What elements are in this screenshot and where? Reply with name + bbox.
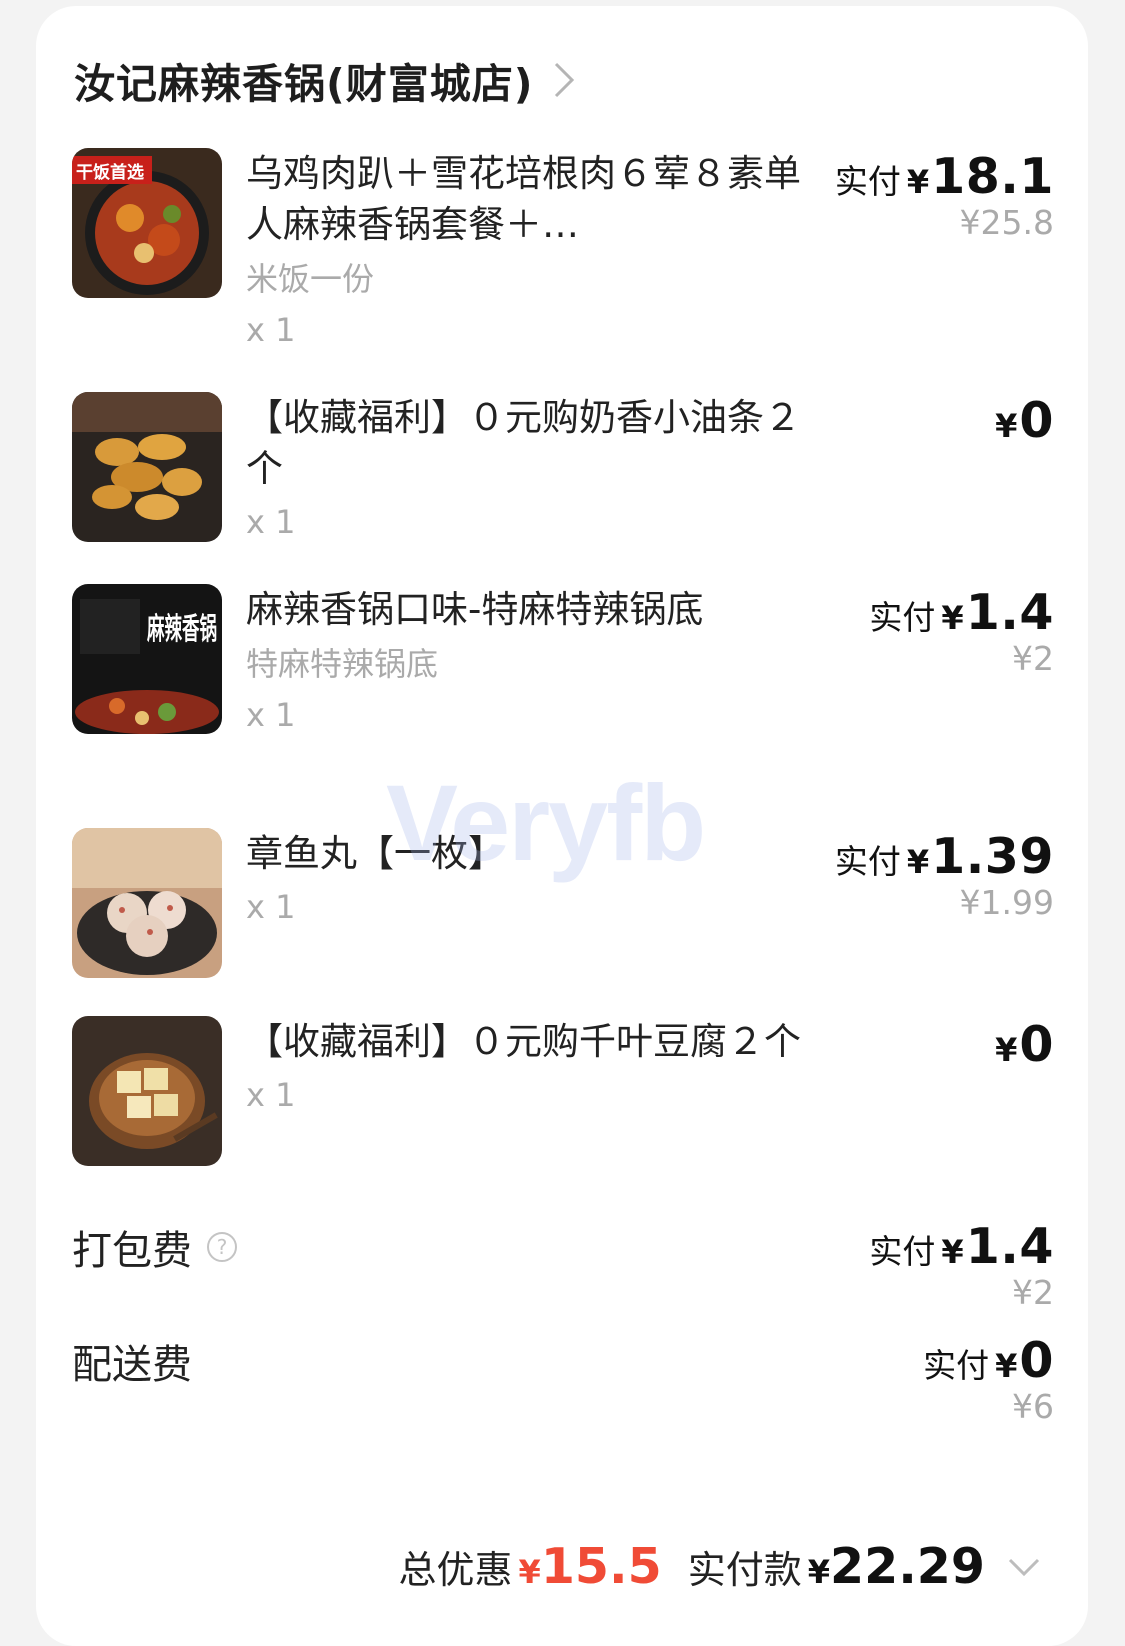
currency-symbol: ¥ [995, 1031, 1018, 1069]
total-label: 实付款 [687, 1548, 802, 1592]
watermark: Veryfb [386, 762, 706, 883]
paid-amount: 1.4 [965, 1218, 1054, 1275]
price-column: 实付 ¥ 1.4 ¥2 [869, 584, 1054, 678]
price-column: 实付 ¥ 0 ¥6 [923, 1332, 1054, 1426]
paid-amount: 1.4 [965, 584, 1054, 641]
help-circle-icon[interactable]: ? [206, 1231, 238, 1263]
price-column: 实付 ¥ 1.4 ¥2 [869, 1218, 1054, 1312]
fee-label: 配送费 [72, 1342, 192, 1388]
food-thumbnail: 麻辣香锅 [72, 584, 222, 734]
item-spec: 米饭一份 [246, 260, 375, 298]
food-thumbnail: 干饭首选 [72, 148, 222, 298]
paid-amount: 0 [1019, 1016, 1054, 1073]
packaging-fee-row: 打包费 ? 实付 ¥ 1.4 ¥2 [72, 1218, 1054, 1312]
currency-symbol: ¥ [941, 599, 964, 637]
total-amount: 22.29 [830, 1538, 985, 1595]
discount-amount: 15.5 [540, 1538, 662, 1595]
currency-symbol: ¥ [995, 1347, 1018, 1385]
chevron-right-icon [555, 62, 575, 98]
paid-label: 实付 [834, 162, 901, 201]
fee-label: 打包费 [72, 1228, 192, 1274]
item-quantity: x 1 [246, 1076, 296, 1114]
item-quantity: x 1 [246, 503, 296, 541]
svg-text:麻辣香锅: 麻辣香锅 [147, 612, 217, 647]
item-name: 乌鸡肉趴＋雪花培根肉６荤８素单人麻辣香锅套餐＋… [246, 152, 801, 246]
item-quantity: x 1 [246, 888, 296, 926]
paid-amount: 0 [1019, 1332, 1054, 1389]
paid-label: 实付 [869, 598, 936, 637]
delivery-fee-row: 配送费 实付 ¥ 0 ¥6 [72, 1332, 1054, 1426]
paid-label: 实付 [923, 1346, 990, 1385]
food-thumbnail [72, 392, 222, 542]
item-quantity: x 1 [246, 696, 296, 734]
store-name: 汝记麻辣香锅(财富城店) [74, 60, 534, 108]
item-quantity: x 1 [246, 311, 296, 349]
paid-amount: 0 [1019, 392, 1054, 449]
currency-symbol: ¥ [518, 1553, 541, 1591]
svg-text:?: ? [217, 1235, 228, 1259]
currency-symbol: ¥ [995, 407, 1018, 445]
paid-amount: 1.39 [931, 828, 1054, 885]
original-price: ¥1.99 [959, 883, 1054, 922]
price-column: ¥ 0 [995, 1016, 1054, 1073]
item-name: 麻辣香锅口味-特麻特辣锅底 [246, 588, 704, 631]
order-summary[interactable]: 总优惠 ¥ 15.5 实付款 ¥ 22.29 [399, 1538, 1041, 1595]
currency-symbol: ¥ [906, 843, 930, 881]
price-column: 实付 ¥ 1.39 ¥1.99 [835, 828, 1054, 922]
original-price: ¥25.8 [959, 203, 1054, 242]
original-price: ¥2 [1012, 639, 1054, 678]
store-header[interactable]: 汝记麻辣香锅(财富城店) [74, 50, 575, 110]
currency-symbol: ¥ [807, 1553, 830, 1591]
paid-label: 实付 [834, 842, 901, 881]
currency-symbol: ¥ [941, 1233, 964, 1271]
original-price: ¥2 [1012, 1273, 1054, 1312]
food-thumbnail [72, 828, 222, 978]
currency-symbol: ¥ [906, 163, 930, 201]
paid-amount: 18.1 [931, 148, 1054, 205]
price-column: ¥ 0 [995, 392, 1054, 449]
item-name: 【收藏福利】０元购千叶豆腐２个 [246, 1020, 801, 1063]
food-thumbnail [72, 1016, 222, 1166]
original-price: ¥6 [1012, 1387, 1054, 1426]
paid-label: 实付 [869, 1232, 936, 1271]
svg-text:干饭首选: 干饭首选 [76, 162, 144, 183]
item-name: 【收藏福利】０元购奶香小油条２个 [246, 396, 801, 490]
item-spec: 特麻特辣锅底 [246, 645, 439, 683]
discount-label: 总优惠 [398, 1548, 513, 1592]
chevron-down-icon[interactable] [1007, 1557, 1041, 1577]
price-column: 实付 ¥ 18.1 ¥25.8 [835, 148, 1054, 242]
